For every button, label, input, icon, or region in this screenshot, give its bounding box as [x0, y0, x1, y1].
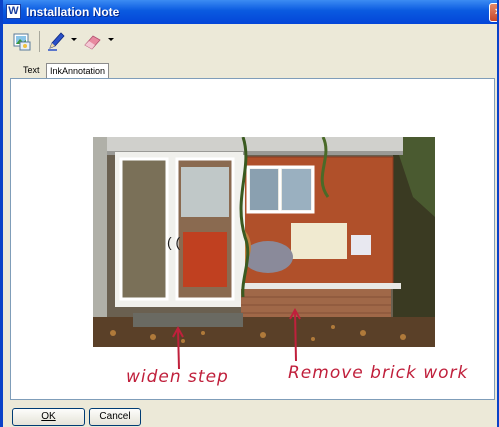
toolbar-separator	[39, 31, 40, 52]
installation-note-window: W Installation Note ×	[0, 0, 499, 427]
eraser-tool-button[interactable]	[81, 30, 103, 52]
word-app-icon: W	[6, 4, 21, 19]
pen-dropdown-arrow[interactable]	[71, 38, 77, 41]
title-bar[interactable]: W Installation Note ×	[3, 0, 497, 24]
eraser-dropdown-arrow[interactable]	[108, 38, 114, 41]
tab-strip: Text InkAnnotation	[5, 60, 495, 79]
eraser-icon	[84, 35, 101, 50]
ok-button[interactable]: OK	[12, 408, 85, 426]
tab-text[interactable]: Text	[20, 63, 43, 77]
image-tool-button[interactable]	[11, 30, 33, 52]
ink-annotation-canvas[interactable]: ( (widen step Remove brick work	[10, 78, 495, 400]
toolbar	[5, 27, 495, 57]
ink-strokes	[172, 307, 301, 370]
cancel-button[interactable]: Cancel	[89, 408, 141, 426]
image-icon	[13, 33, 31, 51]
pen-icon	[48, 32, 65, 51]
close-button[interactable]: ×	[489, 3, 497, 22]
window-title: Installation Note	[26, 5, 120, 19]
ink-annotation-left: widen step	[126, 367, 229, 387]
dialog-button-bar: OK Cancel	[3, 403, 497, 427]
pen-tool-button[interactable]	[45, 30, 67, 52]
tab-inkannotation[interactable]: InkAnnotation	[46, 63, 110, 79]
ink-annotation-right: Remove brick work	[288, 363, 469, 383]
